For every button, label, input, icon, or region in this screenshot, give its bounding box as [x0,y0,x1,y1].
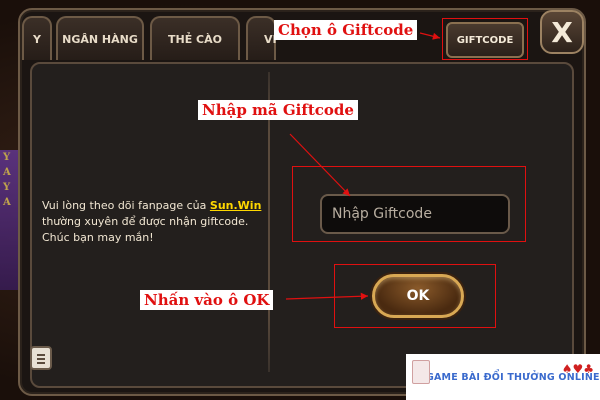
arrow-to-ok [285,292,369,300]
watermark: GAME BÀI ĐỔI THƯỞNG ONLINE ♠♥♣ [406,354,600,400]
annotation-select-tab: Chọn ô Giftcode [274,20,418,40]
annotation-press-ok: Nhấn vào ô OK [140,290,274,310]
annotation-arrows [285,32,441,300]
annotation-enter-code: Nhập mã Giftcode [198,100,358,120]
arrow-to-input [289,133,351,197]
arrow-to-tab [419,32,441,40]
playing-cards-icon [412,360,430,384]
card-suits-icon: ♠♥♣ [561,362,594,376]
